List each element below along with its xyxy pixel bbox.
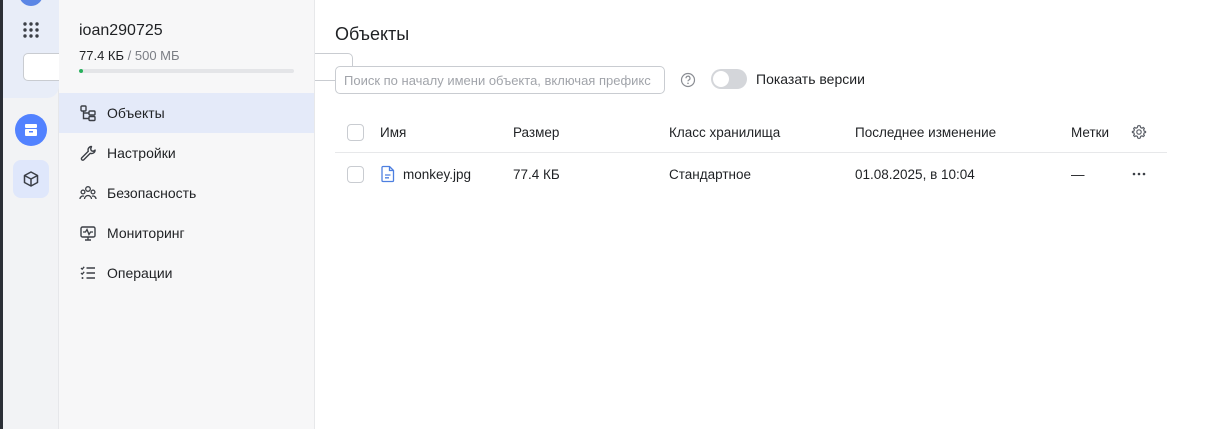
sidebar-item-operations[interactable]: Операции: [59, 253, 314, 293]
object-tags: —: [1071, 166, 1085, 182]
show-versions-toggle[interactable]: [711, 69, 747, 89]
usage-used: 77.4 КБ: [79, 48, 125, 63]
users-icon: [79, 184, 97, 202]
table-row[interactable]: monkey.jpg 77.4 КБ Стандартное 01.08.202…: [335, 153, 1167, 195]
sidebar-item-label: Операции: [107, 265, 173, 281]
usage-progress-fill: [79, 69, 83, 73]
usage-text: 77.4 КБ / 500 МБ: [79, 48, 180, 63]
sidebar-item-settings[interactable]: Настройки: [59, 133, 314, 173]
cube-icon[interactable]: [13, 160, 49, 198]
object-storage-class: Стандартное: [669, 166, 751, 182]
row-checkbox[interactable]: [347, 165, 364, 183]
select-all-cell: [347, 112, 364, 152]
row-actions-cell: [1131, 153, 1147, 195]
sidebar-item-label: Объекты: [107, 105, 165, 121]
bucket-sidebar: ioan290725 77.4 КБ / 500 МБ Объекты Наст…: [59, 0, 315, 429]
usage-total: / 500 МБ: [124, 48, 180, 63]
object-storage-icon[interactable]: [15, 114, 47, 146]
sidebar-item-label: Безопасность: [107, 185, 197, 201]
operations-list-icon: [79, 264, 97, 282]
toggle-knob: [713, 71, 729, 87]
column-header-name[interactable]: Имя: [380, 112, 406, 152]
file-icon: [380, 165, 396, 183]
row-select-cell: [347, 153, 364, 195]
avatar[interactable]: [19, 0, 43, 6]
column-header-modified[interactable]: Последнее изменение: [855, 112, 996, 152]
sidebar-item-objects[interactable]: Объекты: [59, 93, 314, 133]
sidebar-nav: Объекты Настройки Безопасность Мониторин…: [59, 93, 314, 293]
page-title: Объекты: [335, 24, 410, 44]
object-modified: 01.08.2025, в 10:04: [855, 166, 975, 182]
object-name-link[interactable]: monkey.jpg: [403, 167, 471, 182]
show-versions-label: Показать версии: [756, 71, 865, 87]
gear-icon[interactable]: [1131, 124, 1147, 140]
sidebar-item-label: Настройки: [107, 145, 176, 161]
main-content: Объекты Показать версии Имя Размер Класс…: [315, 0, 1224, 429]
apps-grid-icon[interactable]: [15, 14, 47, 46]
object-name-cell: monkey.jpg: [380, 153, 471, 195]
objects-icon: [79, 104, 97, 122]
monitor-icon: [79, 224, 97, 242]
app-window: ioan290725 77.4 КБ / 500 МБ Объекты Наст…: [0, 0, 1224, 429]
sidebar-item-security[interactable]: Безопасность: [59, 173, 314, 213]
sidebar-item-label: Мониторинг: [107, 225, 185, 241]
icon-rail: [3, 0, 353, 429]
column-settings-cell: [1131, 112, 1147, 152]
column-header-storage-class[interactable]: Класс хранилища: [669, 112, 780, 152]
sidebar-item-monitoring[interactable]: Мониторинг: [59, 213, 314, 253]
help-icon[interactable]: [679, 71, 697, 89]
column-header-tags[interactable]: Метки: [1071, 112, 1109, 152]
search-input[interactable]: [335, 66, 665, 94]
object-size: 77.4 КБ: [513, 166, 560, 182]
usage-progress-bar: [79, 69, 294, 73]
column-header-size[interactable]: Размер: [513, 112, 559, 152]
wrench-icon: [79, 144, 97, 162]
objects-table: Имя Размер Класс хранилища Последнее изм…: [335, 112, 1167, 195]
table-header-row: Имя Размер Класс хранилища Последнее изм…: [335, 112, 1167, 153]
bucket-name: ioan290725: [79, 22, 163, 39]
more-actions-icon[interactable]: [1131, 166, 1147, 182]
select-all-checkbox[interactable]: [347, 123, 364, 141]
